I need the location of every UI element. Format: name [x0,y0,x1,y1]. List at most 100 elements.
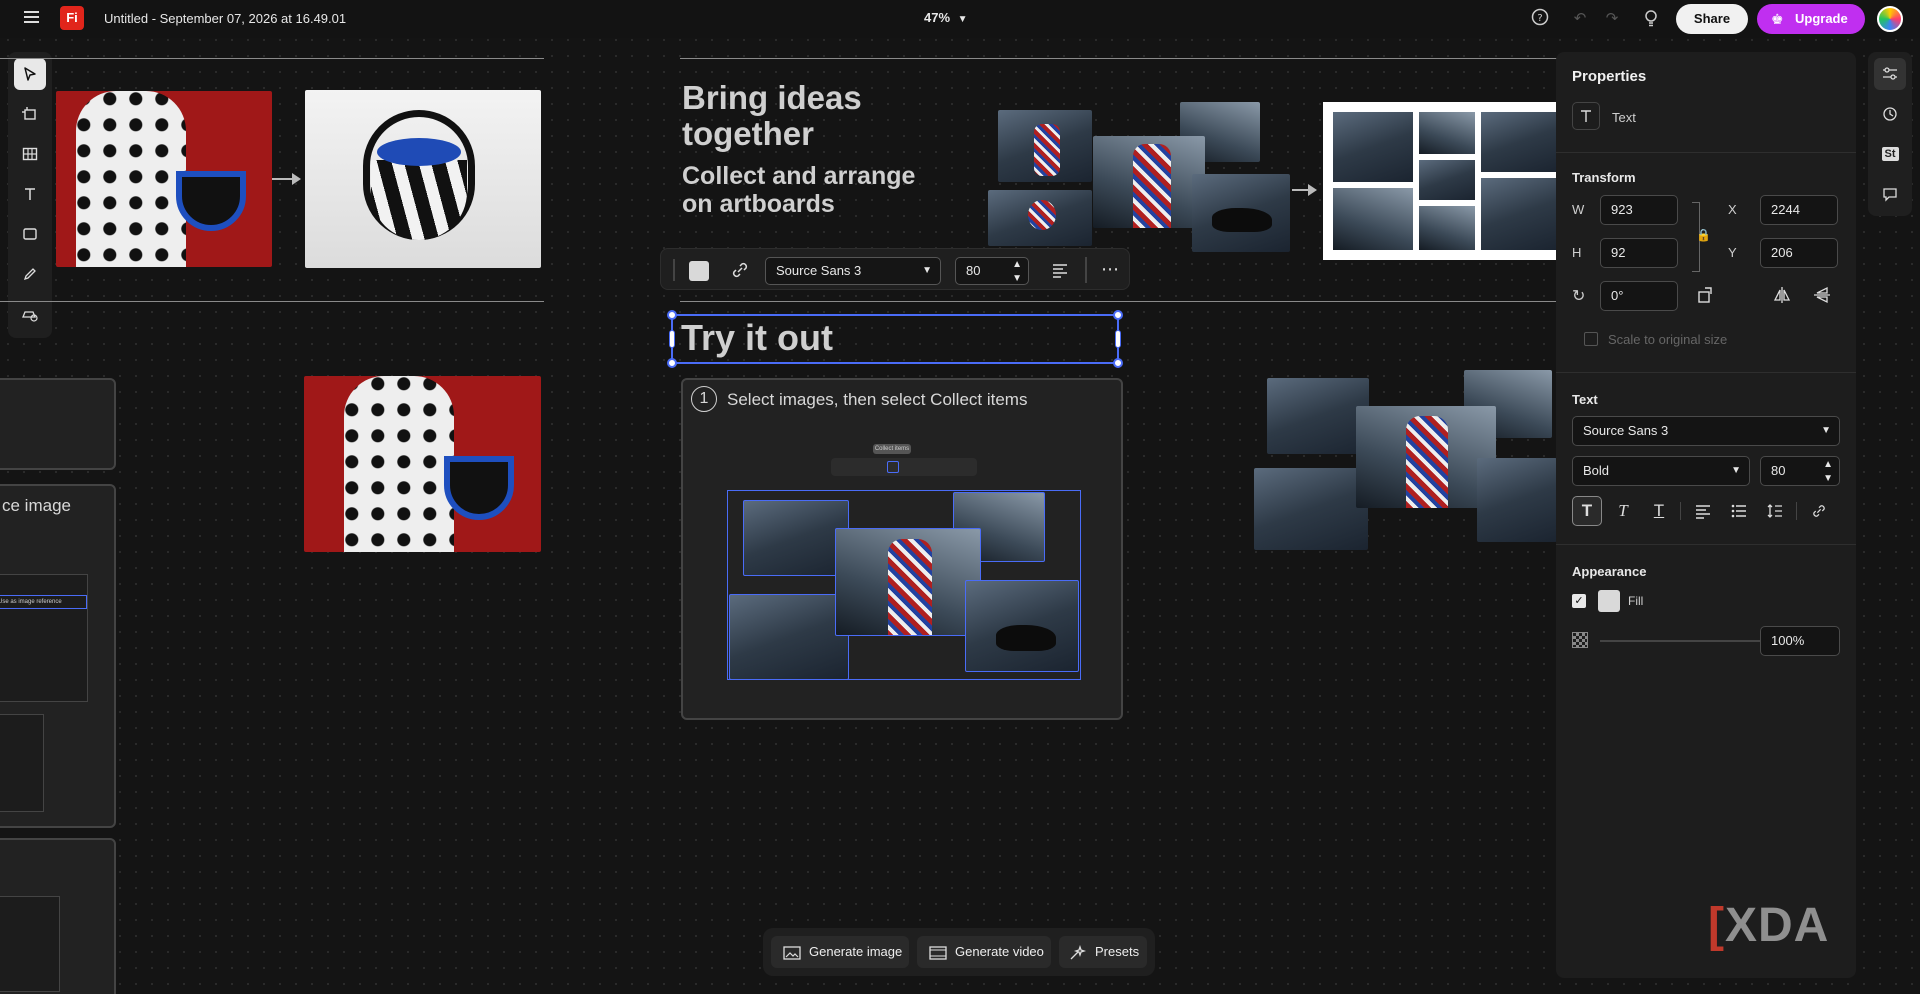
fashion-image[interactable] [56,91,272,267]
zoom-dropdown[interactable]: 47% ▼ [924,10,968,25]
grid-tool-icon[interactable] [14,138,46,170]
section-divider [680,301,1560,302]
resize-handle[interactable] [1113,358,1123,368]
x-field[interactable]: 2244 [1760,195,1838,225]
artboard-tool-icon[interactable] [14,98,46,130]
opacity-slider-track[interactable] [1600,640,1780,642]
chevron-down-icon[interactable]: ▼ [1823,465,1833,493]
left-card-text: ce image [2,496,71,515]
chevron-down-icon[interactable]: ▼ [1012,266,1022,292]
side-handle[interactable] [1115,330,1121,348]
text-tool-icon[interactable] [14,178,46,210]
object-type-label: Text [1612,110,1636,125]
collage-image[interactable] [729,594,849,680]
step-artboard[interactable]: 1 Select images, then select Collect ite… [681,378,1123,720]
flip-vertical-icon[interactable] [1812,285,1832,310]
resize-handle[interactable] [667,310,677,320]
left-card[interactable] [0,838,116,994]
collage-image[interactable] [1093,136,1205,228]
font-family-select[interactable]: Source Sans 3 ▼ [1572,416,1840,446]
mini-dialog [0,896,60,992]
drag-handle[interactable] [673,259,675,281]
collage-image[interactable] [835,528,981,636]
font-size-value: 80 [966,263,981,278]
chevron-down-icon: ▼ [1821,425,1831,436]
headline-bring-ideas[interactable]: Bring ideas together [682,80,922,152]
collage-image[interactable] [1192,174,1290,252]
shape-tool-icon[interactable] [14,218,46,250]
left-card[interactable]: ce image Use as image reference [0,484,116,828]
more-options-icon[interactable]: ⋯ [1101,259,1120,280]
redo-icon[interactable]: ↷ [1601,8,1623,30]
font-weight-select[interactable]: Bold ▼ [1572,456,1750,486]
line-spacing-icon[interactable] [1760,496,1790,526]
help-icon[interactable]: ? [1529,8,1551,30]
align-left-icon[interactable] [1688,496,1718,526]
font-family-select[interactable]: Source Sans 3 ▼ [765,257,941,285]
bullet-list-icon[interactable] [1724,496,1754,526]
collage-image[interactable] [988,190,1092,246]
font-size-stepper[interactable]: 80 ▲ ▼ [1760,456,1840,486]
bag-image[interactable] [305,90,541,268]
generate-image-button[interactable]: Generate image [771,936,909,968]
document-title[interactable]: Untitled - September 07, 2026 at 16.49.0… [104,11,346,26]
lock-icon[interactable]: 🔒 [1696,228,1711,242]
generate-tool-icon[interactable] [14,298,46,330]
collage-image[interactable] [1477,458,1557,542]
stock-icon[interactable]: St [1874,138,1906,170]
headline-collect-arrange[interactable]: Collect and arrange on artboards [682,162,952,218]
history-icon[interactable] [1874,98,1906,130]
share-button[interactable]: Share [1676,4,1748,34]
resize-handle[interactable] [667,358,677,368]
collage-image[interactable] [1254,468,1368,550]
link-icon[interactable] [1804,496,1834,526]
w-label: W [1572,202,1585,217]
rotation-field[interactable]: 0° [1600,281,1678,311]
toolbar-divider [1680,502,1681,520]
y-field[interactable]: 206 [1760,238,1838,268]
lightbulb-icon[interactable] [1640,8,1662,30]
link-icon[interactable] [729,259,751,286]
collage-image[interactable] [998,110,1092,182]
pen-tool-icon[interactable] [14,258,46,290]
avatar[interactable] [1877,6,1903,32]
fashion-image[interactable] [304,376,541,552]
collage-image[interactable] [1356,406,1496,508]
collage-image[interactable] [965,580,1079,672]
align-left-icon[interactable] [1051,261,1069,284]
side-handle[interactable] [669,330,675,348]
try-it-out-title[interactable]: Try it out [681,317,833,359]
upgrade-button[interactable]: ♚ Upgrade [1757,4,1865,34]
mini-panel-option: Use as image reference [0,595,87,609]
section-divider [1556,152,1856,153]
presets-label: Presets [1095,944,1140,959]
flip-horizontal-icon[interactable] [1772,285,1792,310]
collage-image[interactable] [743,500,849,576]
fill-checkbox[interactable]: ✓ [1572,594,1586,608]
fill-color-swatch[interactable] [689,261,709,281]
presets-button[interactable]: Presets [1059,936,1147,968]
comments-icon[interactable] [1874,178,1906,210]
font-weight-value: Bold [1583,463,1610,478]
undo-icon[interactable]: ↶ [1569,8,1591,30]
hamburger-menu-icon[interactable] [18,8,46,30]
fill-color-swatch[interactable] [1598,590,1620,612]
text-selection-box[interactable]: Try it out [667,310,1123,368]
opacity-field[interactable]: 100% [1760,626,1840,656]
rotate-90-icon[interactable] [1696,285,1716,310]
left-card[interactable] [0,378,116,470]
scale-original-checkbox[interactable] [1584,332,1598,346]
underline-style-icon[interactable]: T [1644,496,1674,526]
resize-handle[interactable] [1113,310,1123,320]
font-size-stepper[interactable]: 80 ▲ ▼ [955,257,1029,285]
mini-tooltip: Collect items [873,444,911,454]
collage-image[interactable] [1267,378,1369,454]
bold-style-icon[interactable]: T [1572,496,1602,526]
artboard-preview[interactable] [1323,102,1557,260]
generate-video-button[interactable]: Generate video [917,936,1051,968]
select-tool-icon[interactable] [14,58,46,90]
width-field[interactable]: 923 [1600,195,1678,225]
italic-style-icon[interactable]: T [1608,496,1638,526]
properties-panel-icon[interactable] [1874,58,1906,90]
height-field[interactable]: 92 [1600,238,1678,268]
